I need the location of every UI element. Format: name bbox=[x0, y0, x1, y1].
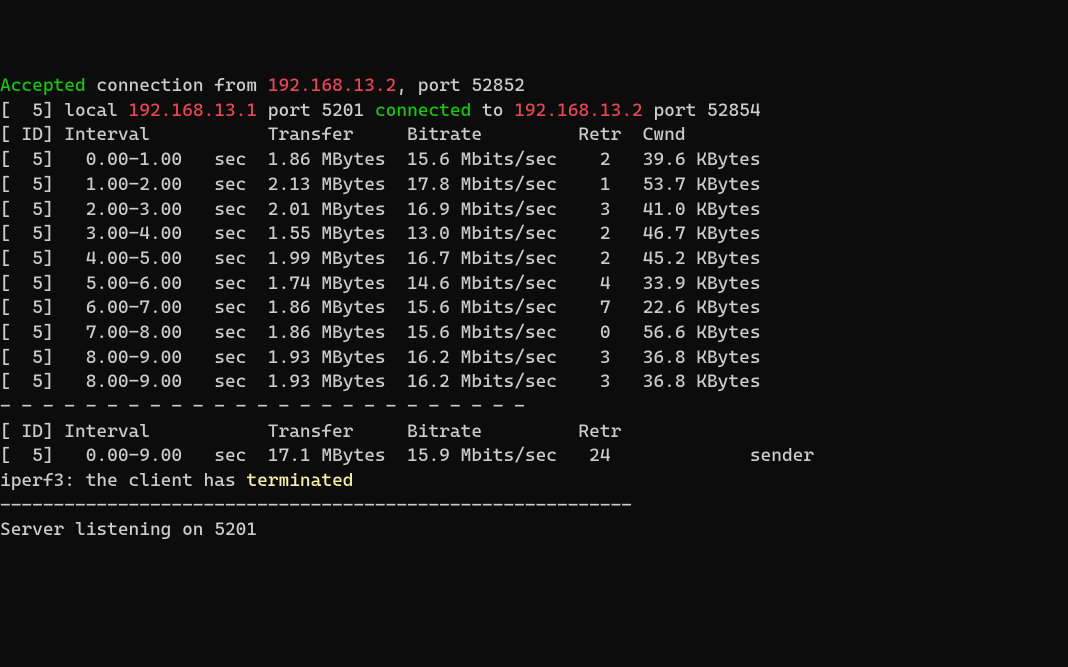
terminal-output: Accepted connection from 192.168.13.2, p… bbox=[0, 74, 1068, 543]
separator-dashes: - - - - - - - - - - - - - - - - - - - - … bbox=[0, 396, 525, 417]
interval-row: [ 5] 4.00-5.00 sec 1.99 MBytes 16.7 Mbit… bbox=[0, 248, 761, 269]
interval-row: [ 5] 2.00-3.00 sec 2.01 MBytes 16.9 Mbit… bbox=[0, 199, 761, 220]
accepted-word: Accepted bbox=[0, 75, 86, 96]
terminated-line: iperf3: the client has terminated bbox=[0, 470, 354, 491]
listening-line: Server listening on 5201 bbox=[0, 519, 257, 540]
accepted-line: Accepted connection from 192.168.13.2, p… bbox=[0, 75, 525, 96]
separator-line: ----------------------------------------… bbox=[0, 495, 632, 516]
remote-ip: 192.168.13.2 bbox=[514, 100, 643, 121]
summary-header: [ ID] Interval Transfer Bitrate Retr bbox=[0, 421, 621, 442]
client-ip: 192.168.13.2 bbox=[268, 75, 397, 96]
summary-row: [ 5] 0.00-9.00 sec 17.1 MBytes 15.9 Mbit… bbox=[0, 445, 814, 466]
connected-line: [ 5] local 192.168.13.1 port 5201 connec… bbox=[0, 100, 761, 121]
interval-row: [ 5] 7.00-8.00 sec 1.86 MBytes 15.6 Mbit… bbox=[0, 322, 761, 343]
connected-word: connected bbox=[375, 100, 471, 121]
interval-row: [ 5] 6.00-7.00 sec 1.86 MBytes 15.6 Mbit… bbox=[0, 297, 761, 318]
terminated-word: terminated bbox=[246, 470, 353, 491]
local-ip: 192.168.13.1 bbox=[129, 100, 258, 121]
interval-row: [ 5] 8.00-9.00 sec 1.93 MBytes 16.2 Mbit… bbox=[0, 347, 761, 368]
interval-row: [ 5] 8.00-9.00 sec 1.93 MBytes 16.2 Mbit… bbox=[0, 371, 761, 392]
interval-header: [ ID] Interval Transfer Bitrate Retr Cwn… bbox=[0, 124, 686, 145]
interval-row: [ 5] 1.00-2.00 sec 2.13 MBytes 17.8 Mbit… bbox=[0, 174, 761, 195]
interval-row: [ 5] 5.00-6.00 sec 1.74 MBytes 14.6 Mbit… bbox=[0, 273, 761, 294]
interval-row: [ 5] 0.00-1.00 sec 1.86 MBytes 15.6 Mbit… bbox=[0, 149, 761, 170]
interval-row: [ 5] 3.00-4.00 sec 1.55 MBytes 13.0 Mbit… bbox=[0, 223, 761, 244]
